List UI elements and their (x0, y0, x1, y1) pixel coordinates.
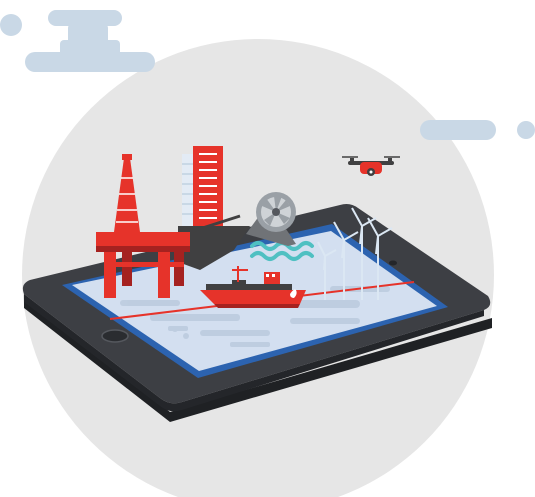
camera-dot (389, 260, 397, 266)
illustration-canvas (0, 10, 535, 497)
cloud-right (420, 120, 535, 140)
office-tower-red (193, 146, 223, 230)
cloud-top-left (0, 10, 155, 72)
home-button (101, 329, 129, 343)
